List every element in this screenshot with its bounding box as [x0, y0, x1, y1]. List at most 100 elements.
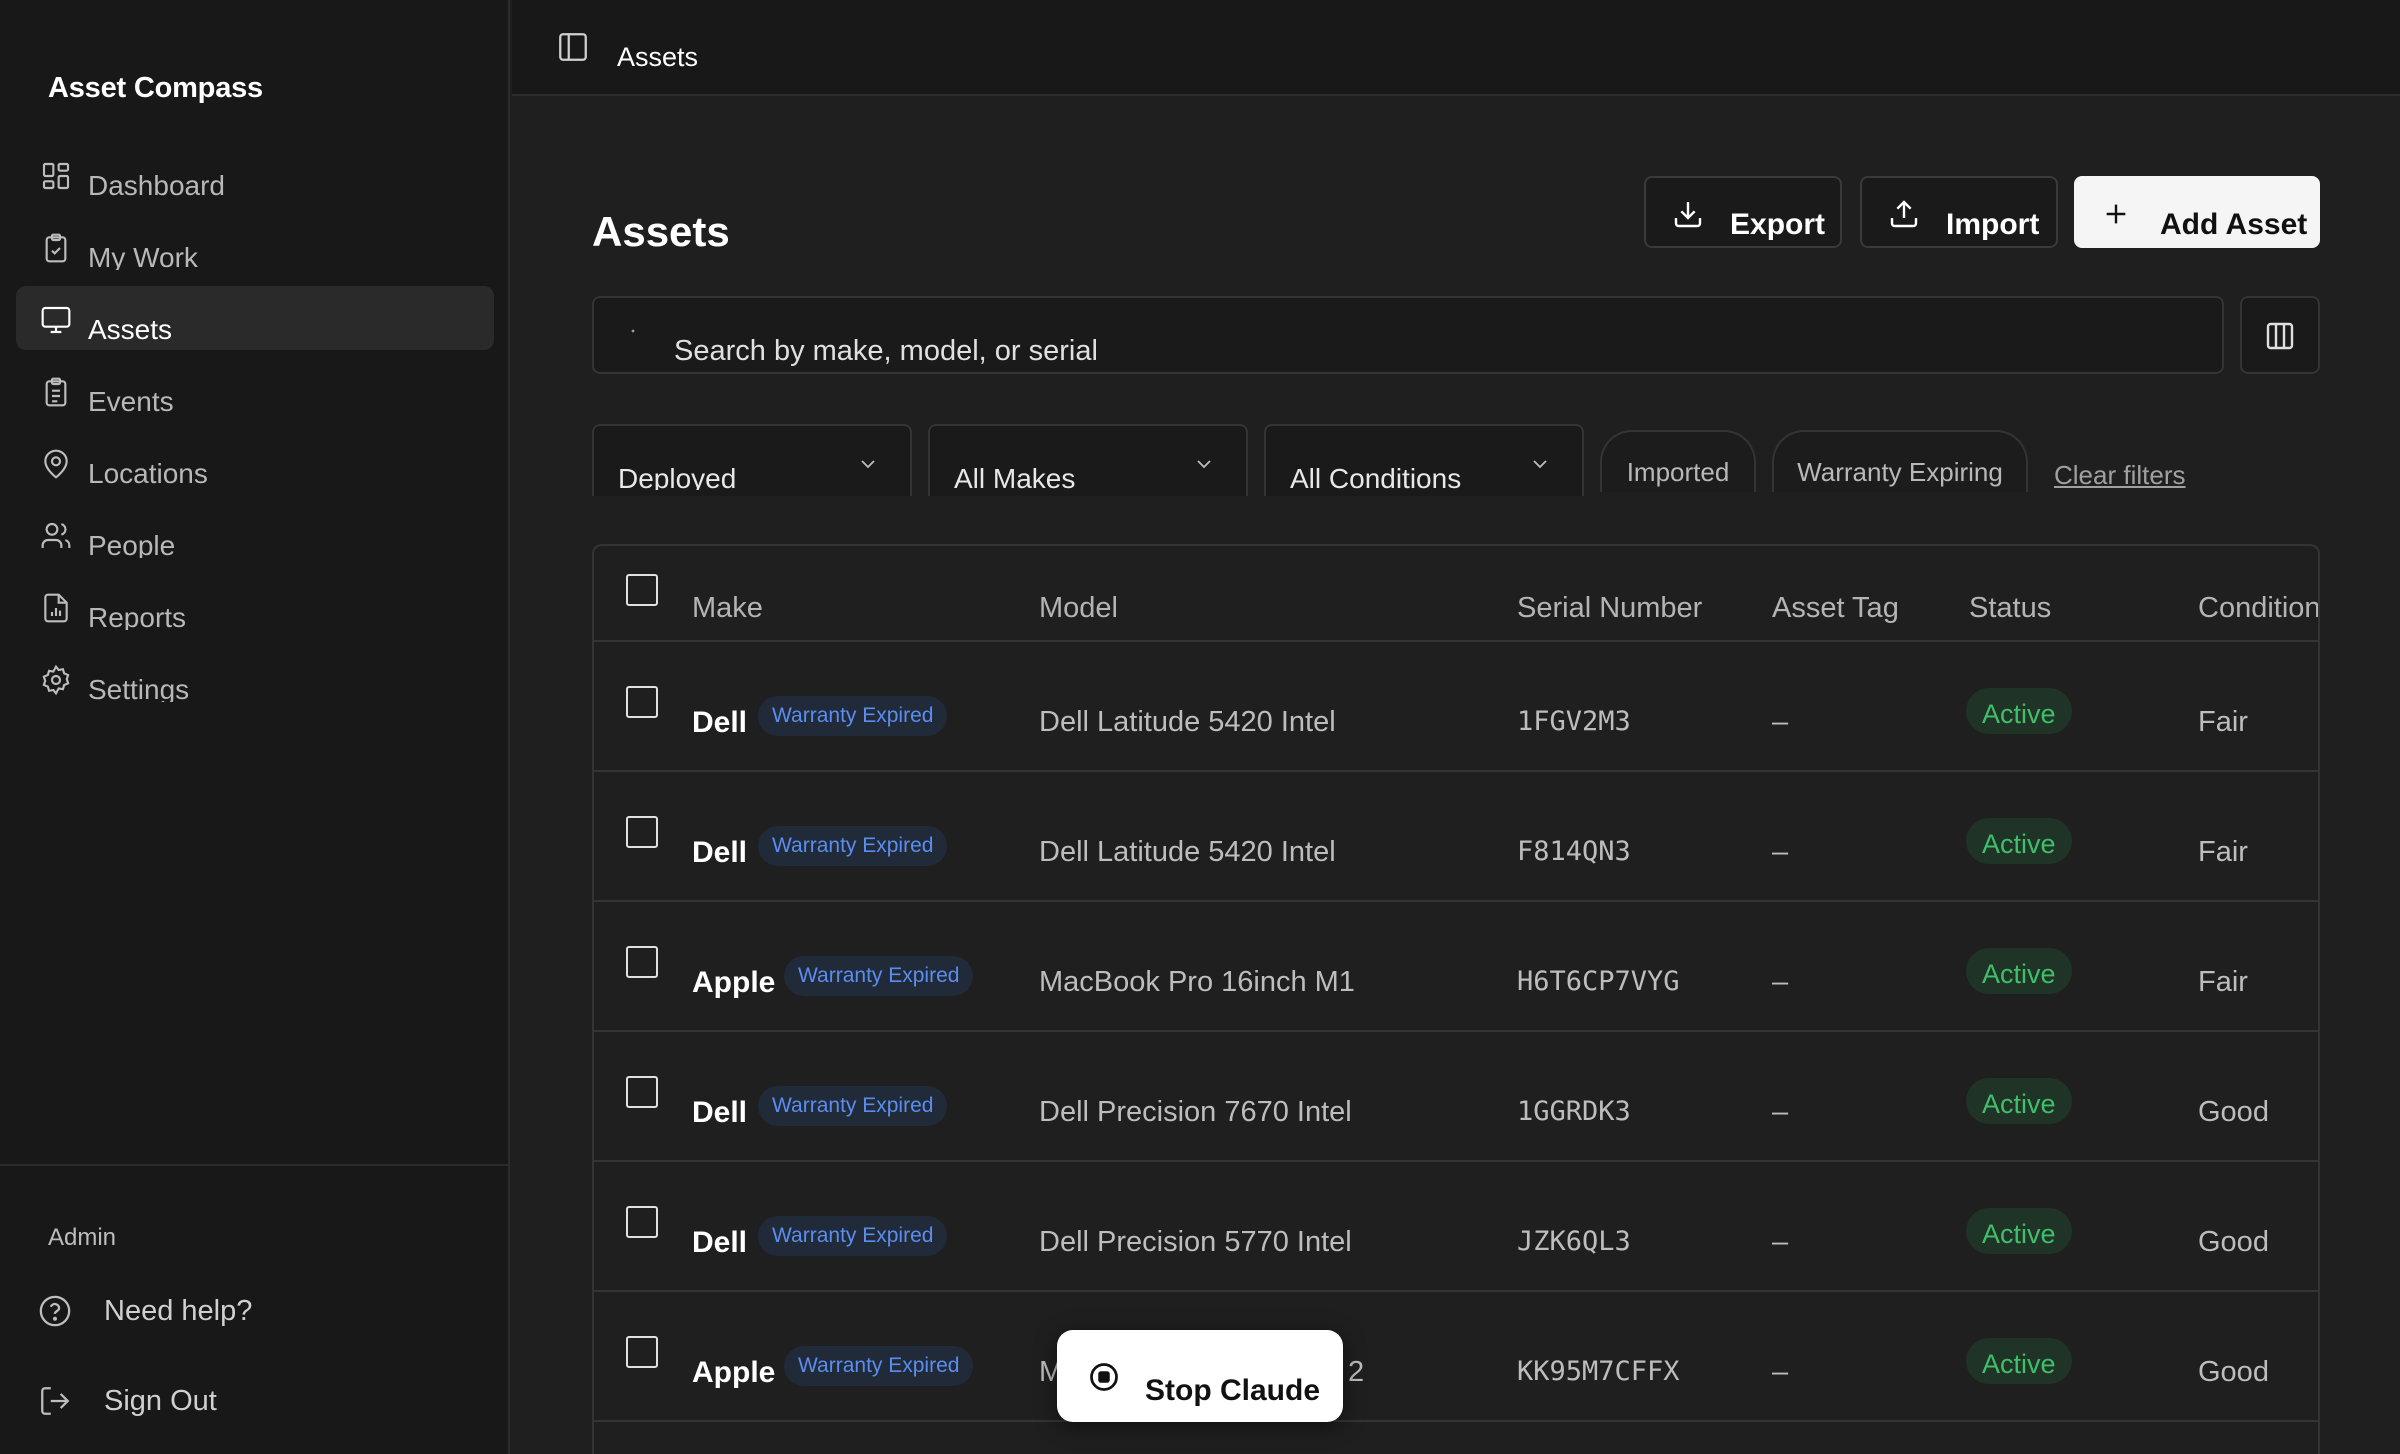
column-header-serial-number[interactable]: Serial Number [1517, 592, 1702, 625]
import-button[interactable]: Import [1860, 176, 2058, 248]
warranty-badge: Warranty Expired [758, 1086, 948, 1126]
sidebar-item-label: Dashboard [88, 174, 225, 198]
stop-circle-icon [1090, 1363, 1118, 1391]
status-badge: Active [1966, 818, 2072, 864]
import-label: Import [1946, 208, 2040, 241]
row-checkbox[interactable] [626, 816, 658, 848]
upload-icon [1890, 200, 1918, 228]
row-asset-tag: – [1772, 966, 1789, 998]
table-row[interactable]: Dell Warranty Expired Dell Latitude 5420… [594, 772, 2318, 902]
column-header-asset-tag[interactable]: Asset Tag [1772, 592, 1899, 625]
status-badge: Active [1966, 688, 2072, 734]
row-condition: Fair [2198, 706, 2248, 738]
chevron-down-icon [1533, 460, 1547, 469]
plus-icon [2106, 204, 2126, 224]
make-filter-select[interactable]: All Makes [928, 424, 1248, 496]
row-asset-tag: – [1772, 1226, 1789, 1258]
row-checkbox[interactable] [626, 1206, 658, 1238]
condition-filter-select[interactable]: All Conditions [1264, 424, 1584, 496]
condition-filter-value: All Conditions [1290, 464, 1462, 490]
clear-filters-link[interactable]: Clear filters [2054, 460, 2185, 491]
warranty-badge: Warranty Expired [758, 826, 948, 866]
chevron-down-icon [1197, 460, 1211, 469]
sidebar-item-locations[interactable]: Locations [16, 430, 494, 494]
sidebar-nav: Dashboard My Work Assets Events Location… [16, 142, 494, 718]
row-condition: Fair [2198, 966, 2248, 998]
row-checkbox[interactable] [626, 686, 658, 718]
row-make: Dell [692, 706, 748, 739]
column-header-status[interactable]: Status [1969, 592, 2051, 625]
row-serial: KK95M7CFFX [1517, 1356, 1680, 1387]
sidebar: Asset Compass Dashboard My Work Assets E… [0, 0, 510, 1454]
file-chart-icon [44, 593, 68, 623]
table-row[interactable]: Apple Warranty Expired MacBook Pro 16inc… [594, 902, 2318, 1032]
need-help-link[interactable]: Need help? [38, 1294, 252, 1328]
imported-filter-chip[interactable]: Imported [1600, 430, 1756, 492]
need-help-label: Need help? [104, 1294, 253, 1327]
column-header-make[interactable]: Make [692, 592, 763, 625]
search-input[interactable] [674, 336, 2174, 366]
sidebar-item-label: People [88, 534, 176, 558]
row-checkbox[interactable] [626, 946, 658, 978]
status-badge: Active [1966, 948, 2072, 994]
select-all-checkbox[interactable] [626, 574, 658, 606]
row-condition: Good [2198, 1226, 2269, 1258]
sidebar-item-people[interactable]: People [16, 502, 494, 566]
sidebar-item-dashboard[interactable]: Dashboard [16, 142, 494, 206]
sidebar-footer: Admin Need help? Sign Out [0, 1164, 508, 1454]
add-asset-label: Add Asset [2160, 208, 2308, 241]
row-model: MacBook Pro 16inch M1 [1039, 966, 1355, 998]
status-badge: Active [1966, 1338, 2072, 1384]
columns-toggle-button[interactable] [2240, 296, 2320, 374]
sign-out-button[interactable]: Sign Out [38, 1384, 217, 1418]
row-make: Dell [692, 1226, 748, 1259]
make-filter-value: All Makes [954, 464, 1076, 490]
warranty-badge: Warranty Expired [758, 696, 948, 736]
row-model-tail: 2 [1348, 1356, 1365, 1388]
row-condition: Fair [2198, 836, 2248, 868]
search-icon [631, 329, 635, 333]
row-make: Dell [692, 1096, 748, 1129]
warranty-badge: Warranty Expired [784, 1346, 974, 1386]
sidebar-item-assets[interactable]: Assets [16, 286, 494, 350]
table-row[interactable]: Dell Warranty Expired Dell Precision 577… [594, 1162, 2318, 1292]
status-badge: Active [1966, 1208, 2072, 1254]
row-serial: F814QN3 [1517, 836, 1631, 867]
row-serial: JZK6QL3 [1517, 1226, 1631, 1257]
sidebar-item-label: Assets [88, 318, 173, 342]
warranty-badge: Warranty Expired [758, 1216, 948, 1256]
export-button[interactable]: Export [1644, 176, 1842, 248]
sidebar-item-events[interactable]: Events [16, 358, 494, 422]
status-badge: Active [1966, 1078, 2072, 1124]
sign-out-label: Sign Out [104, 1384, 217, 1417]
clipboard-list-icon [45, 377, 67, 407]
status-filter-select[interactable]: Deployed [592, 424, 912, 496]
sidebar-item-my-work[interactable]: My Work [16, 214, 494, 278]
table-row[interactable]: Dell Warranty Expired Dell Precision 767… [594, 1032, 2318, 1162]
column-header-model[interactable]: Model [1039, 592, 1118, 625]
row-condition: Good [2198, 1096, 2269, 1128]
sidebar-item-reports[interactable]: Reports [16, 574, 494, 638]
sidebar-item-label: Events [88, 390, 174, 414]
page-title: Assets [592, 208, 730, 255]
top-bar: Assets [512, 0, 2400, 96]
add-asset-button[interactable]: Add Asset [2074, 176, 2320, 248]
row-serial: 1GGRDK3 [1517, 1096, 1631, 1127]
row-condition: Good [2198, 1356, 2269, 1388]
table-row[interactable]: Apple Warranty Expired M 2 KK95M7CFFX – … [594, 1292, 2318, 1422]
sidebar-item-label: My Work [88, 246, 198, 270]
gear-icon [42, 664, 70, 696]
assets-table: Make Model Serial Number Asset Tag Statu… [592, 544, 2320, 1454]
warranty-expiring-filter-chip[interactable]: Warranty Expiring [1772, 430, 2028, 492]
users-icon [41, 522, 71, 548]
clipboard-icon [45, 233, 67, 263]
status-filter-value: Deployed [618, 464, 737, 490]
row-checkbox[interactable] [626, 1336, 658, 1368]
row-checkbox[interactable] [626, 1076, 658, 1108]
sidebar-item-settings[interactable]: Settings [16, 646, 494, 710]
stop-claude-button[interactable]: Stop Claude [1057, 1330, 1343, 1422]
row-model: Dell Latitude 5420 Intel [1039, 706, 1336, 738]
table-row[interactable]: Dell Warranty Expired Dell Latitude 5420… [594, 642, 2318, 772]
sidebar-toggle-icon[interactable] [556, 30, 590, 64]
column-header-condition[interactable]: Condition [2198, 592, 2318, 625]
